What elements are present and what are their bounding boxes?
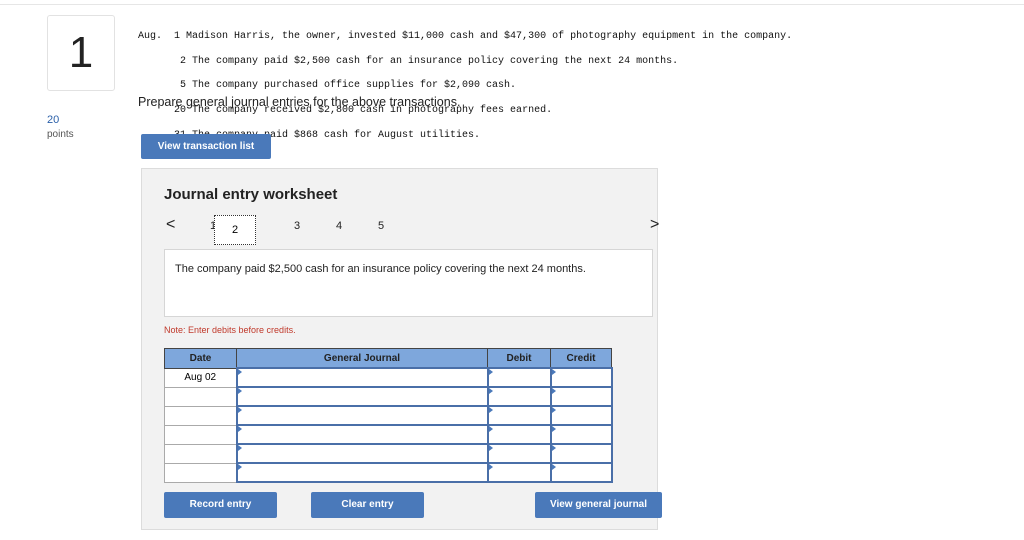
credit-input[interactable] xyxy=(549,424,613,445)
view-transaction-list-button[interactable]: View transaction list xyxy=(141,134,271,159)
credit-input[interactable] xyxy=(549,443,613,464)
debit-input[interactable] xyxy=(486,386,552,407)
credit-input[interactable] xyxy=(549,386,613,407)
question-number: 1 xyxy=(47,15,115,91)
transaction-line: 2 The company paid $2,500 cash for an in… xyxy=(138,55,679,67)
debit-input[interactable] xyxy=(486,424,552,445)
col-credit: Credit xyxy=(550,348,612,369)
record-entry-button[interactable]: Record entry xyxy=(164,492,277,518)
table-row xyxy=(164,462,613,483)
transaction-description: The company paid $2,500 cash for an insu… xyxy=(164,249,653,317)
debit-input[interactable] xyxy=(486,405,552,426)
note: Note: Enter debits before credits. xyxy=(164,325,296,335)
date-cell xyxy=(164,424,237,445)
points-label: points xyxy=(47,129,74,140)
table-row xyxy=(164,424,613,445)
page-2-current[interactable]: 2 xyxy=(214,215,256,245)
debit-input[interactable] xyxy=(486,462,552,483)
date-cell xyxy=(164,405,237,426)
credit-input[interactable] xyxy=(549,367,613,388)
journal-entry-worksheet: Journal entry worksheet < 1 2 3 4 5 > Th… xyxy=(141,168,662,530)
worksheet-title: Journal entry worksheet xyxy=(164,186,338,203)
transaction-line: Aug. 1 Madison Harris, the owner, invest… xyxy=(138,31,793,43)
col-date: Date xyxy=(164,348,237,369)
credit-input[interactable] xyxy=(549,405,613,426)
table-row xyxy=(164,405,613,426)
prev-arrow-icon[interactable]: < xyxy=(166,216,175,234)
page-5[interactable]: 5 xyxy=(378,220,384,232)
table-row xyxy=(164,443,613,464)
journal-table: Date General Journal Debit Credit Aug 02 xyxy=(164,348,613,483)
date-cell: Aug 02 xyxy=(164,367,237,388)
account-input[interactable] xyxy=(235,405,489,426)
account-input[interactable] xyxy=(235,443,489,464)
account-input[interactable] xyxy=(235,367,489,388)
debit-input[interactable] xyxy=(486,443,552,464)
next-arrow-icon[interactable]: > xyxy=(650,216,659,234)
points-value: 20 xyxy=(47,114,60,126)
clear-entry-button[interactable]: Clear entry xyxy=(311,492,424,518)
table-row xyxy=(164,386,613,407)
table-row: Aug 02 xyxy=(164,367,613,388)
page-4[interactable]: 4 xyxy=(336,220,342,232)
date-cell xyxy=(164,386,237,407)
date-cell xyxy=(164,462,237,483)
instructions: Prepare general journal entries for the … xyxy=(138,95,461,109)
transaction-line: 5 The company purchased office supplies … xyxy=(138,80,517,92)
account-input[interactable] xyxy=(235,462,489,483)
account-input[interactable] xyxy=(235,424,489,445)
account-input[interactable] xyxy=(235,386,489,407)
view-general-journal-button[interactable]: View general journal xyxy=(535,492,662,518)
page-3[interactable]: 3 xyxy=(294,220,300,232)
date-cell xyxy=(164,443,237,464)
credit-input[interactable] xyxy=(549,462,613,483)
divider xyxy=(0,4,1024,5)
col-general-journal: General Journal xyxy=(236,348,488,369)
debit-input[interactable] xyxy=(486,367,552,388)
col-debit: Debit xyxy=(487,348,551,369)
